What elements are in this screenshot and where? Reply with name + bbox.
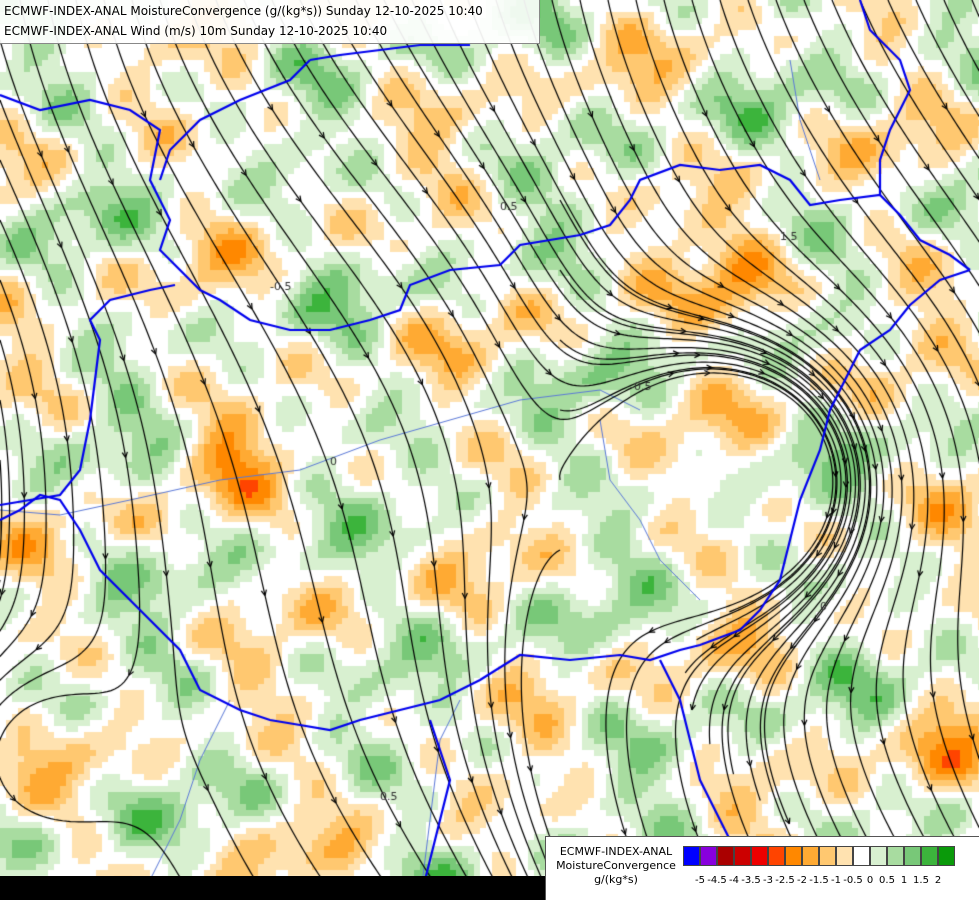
legend-color-box [870, 846, 887, 866]
color-legend: ECMWF-INDEX-ANAL MoistureConvergence g/(… [545, 836, 979, 900]
legend-tick-label: 1.5 [913, 875, 929, 886]
legend-color-box [938, 846, 955, 866]
moisture-convergence-title: ECMWF-INDEX-ANAL MoistureConvergence (g/… [4, 4, 483, 18]
legend-color-box [802, 846, 819, 866]
legend-color-scale [683, 846, 955, 866]
legend-tick-label: -5 [695, 875, 705, 886]
legend-tick-label: -4.5 [707, 875, 727, 886]
legend-tick-label: 1 [900, 875, 908, 886]
legend-tick-label: -3.5 [741, 875, 761, 886]
weather-map [0, 0, 979, 900]
legend-label-parameter: MoistureConvergence [556, 859, 676, 872]
map-title-box: ECMWF-INDEX-ANAL MoistureConvergence (g/… [0, 0, 540, 44]
legend-label: ECMWF-INDEX-ANAL MoistureConvergence g/(… [550, 845, 682, 887]
legend-tick-label: 2 [934, 875, 942, 886]
legend-tick-label: 0.5 [879, 875, 895, 886]
legend-color-box [683, 846, 700, 866]
legend-color-box [853, 846, 870, 866]
legend-tick-label: -1 [831, 875, 841, 886]
wind-title: ECMWF-INDEX-ANAL Wind (m/s) 10m Sunday 1… [4, 24, 388, 38]
legend-color-box [700, 846, 717, 866]
legend-tick-label: -4 [729, 875, 739, 886]
legend-color-box [751, 846, 768, 866]
legend-label-model: ECMWF-INDEX-ANAL [559, 845, 673, 858]
legend-tick-label: 0 [866, 875, 874, 886]
legend-tick-label: -3 [763, 875, 773, 886]
legend-tick-label: -1.5 [809, 875, 829, 886]
legend-tick-label: -2 [797, 875, 807, 886]
bottom-black-bar [0, 876, 545, 900]
legend-color-box [819, 846, 836, 866]
legend-tick-labels: -5 -4.5 -4 -3.5 -3 -2.5 -2 -1.5 -1 -0.5 0 0.5 1 1.5 2 [683, 875, 979, 889]
legend-color-box [904, 846, 921, 866]
legend-label-unit: g/(kg*s) [594, 873, 638, 886]
legend-color-box [785, 846, 802, 866]
legend-color-box [836, 846, 853, 866]
legend-color-box [887, 846, 904, 866]
legend-tick-label: -2.5 [775, 875, 795, 886]
legend-color-box [734, 846, 751, 866]
legend-tick-label: -0.5 [843, 875, 863, 886]
legend-color-box [717, 846, 734, 866]
legend-color-box [921, 846, 938, 866]
legend-color-box [768, 846, 785, 866]
